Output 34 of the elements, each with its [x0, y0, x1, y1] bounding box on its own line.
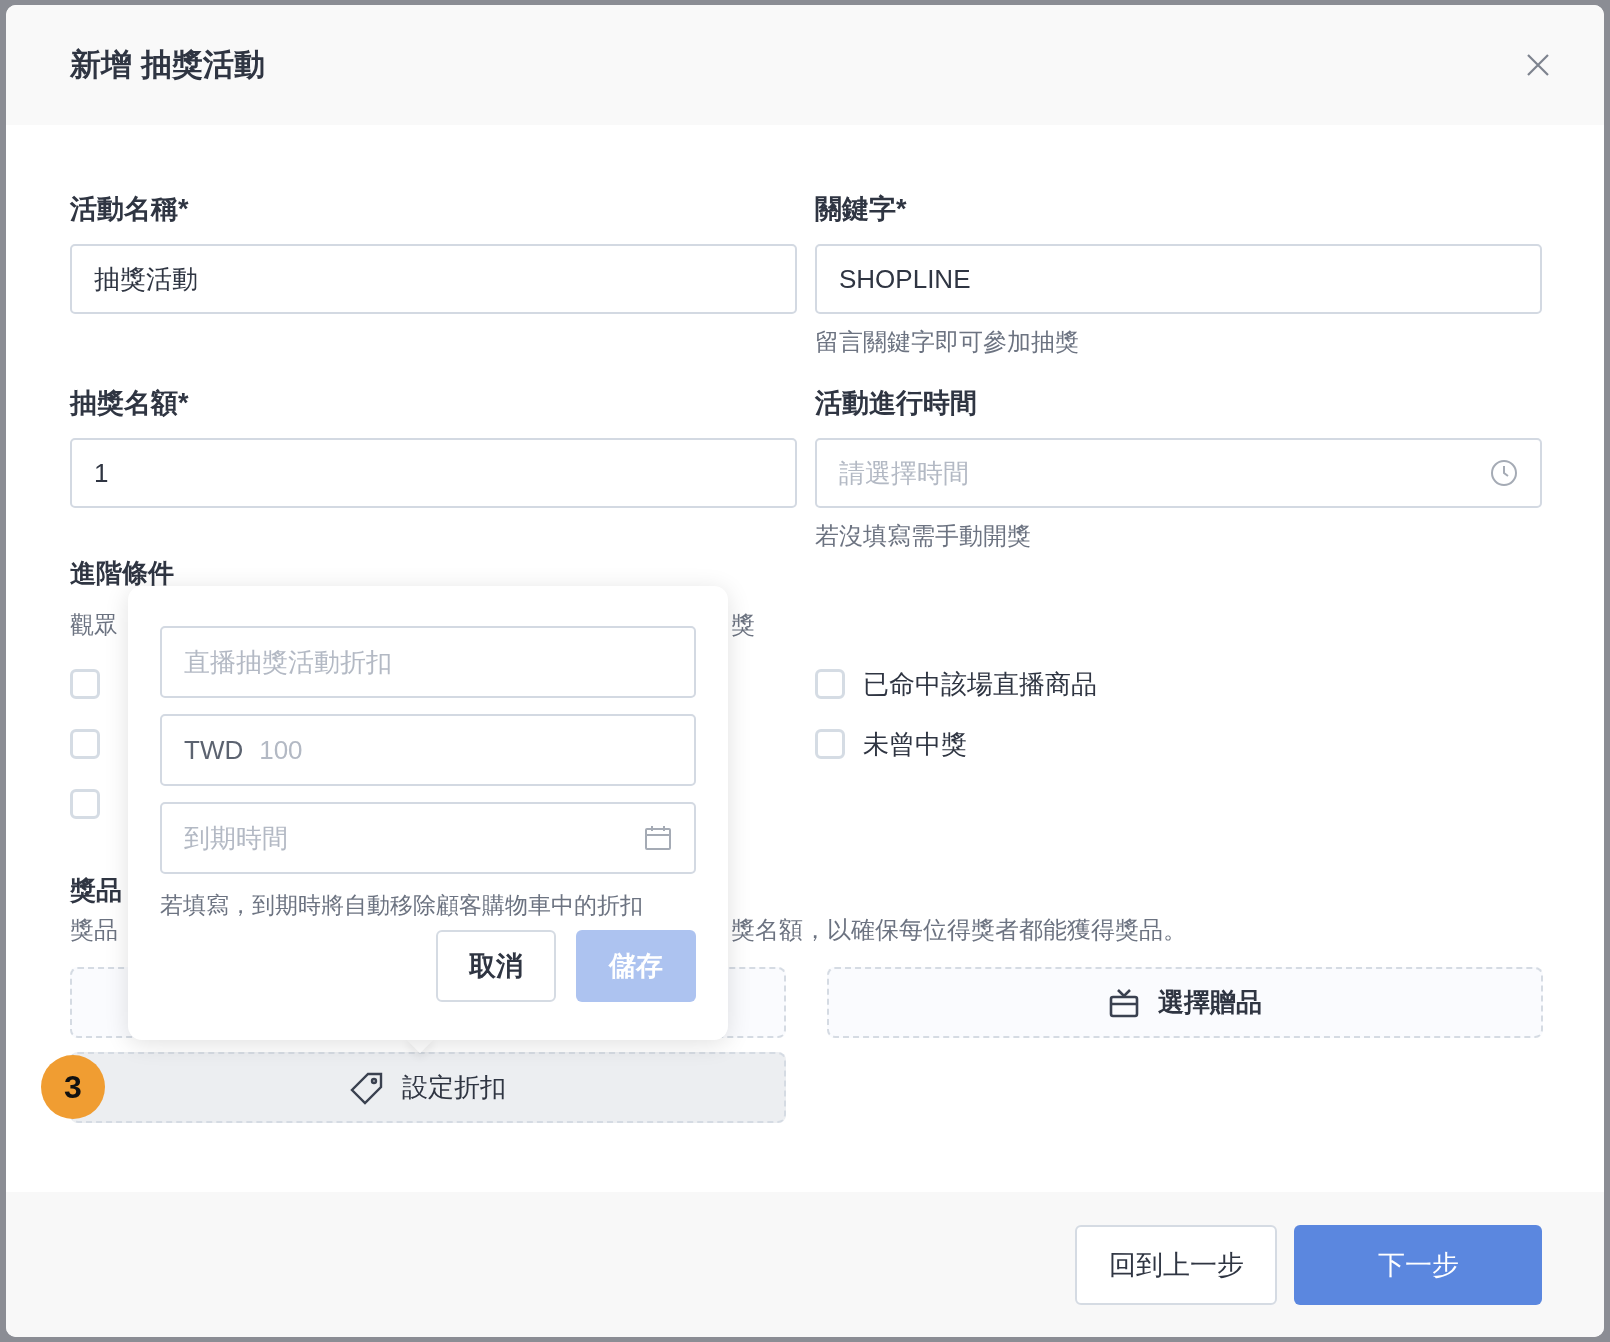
helper-text: 留言關鍵字即可參加抽獎 [815, 327, 1080, 357]
primary-button[interactable]: 下一步 [1294, 1225, 1542, 1305]
calendar-icon [644, 825, 672, 851]
tag-icon [350, 1070, 384, 1105]
gift-button[interactable]: 選擇贈品 [827, 967, 1543, 1038]
input-field[interactable]: 抽獎活動 [70, 244, 797, 314]
gift-icon [1108, 986, 1140, 1019]
section-description: 獎名額，以確保每位得獎者都能獲得獎品。 [731, 915, 1187, 945]
helper-text: 若沒填寫需手動開獎 [815, 521, 1032, 551]
section-description: 獎品 [70, 915, 118, 945]
secondary-button[interactable]: 取消 [436, 930, 556, 1002]
section-description: 觀眾 [70, 610, 118, 640]
helper-text: 若填寫，到期時將自動移除顧客購物車中的折扣 [160, 891, 644, 920]
dialog-title: 新增 抽獎活動 [70, 46, 265, 84]
checkbox[interactable] [815, 669, 845, 699]
secondary-button[interactable]: 回到上一步 [1075, 1225, 1277, 1305]
checkbox[interactable] [70, 729, 100, 759]
input-field[interactable]: SHOPLINE [815, 244, 1542, 314]
field-label: 關鍵字* [815, 193, 908, 226]
amount-field[interactable]: TWD 100 [160, 714, 696, 786]
section-title: 獎品 [70, 876, 122, 904]
checkbox[interactable] [70, 669, 100, 699]
step-badge: 3 [41, 1055, 105, 1119]
checkbox[interactable] [70, 789, 100, 819]
checkbox-label: 未曾中獎 [863, 727, 967, 761]
field-label: 抽獎名額* [70, 387, 190, 420]
checkbox-label: 已命中該場直播商品 [863, 667, 1097, 701]
field-label: 活動名稱* [70, 193, 190, 226]
input-field[interactable]: 1 [70, 438, 797, 508]
field-label: 活動進行時間 [815, 387, 978, 420]
section-title: 進階條件 [70, 559, 174, 587]
checkbox[interactable] [815, 729, 845, 759]
section-description: 獎 [731, 610, 755, 640]
clock-icon [1490, 459, 1518, 487]
